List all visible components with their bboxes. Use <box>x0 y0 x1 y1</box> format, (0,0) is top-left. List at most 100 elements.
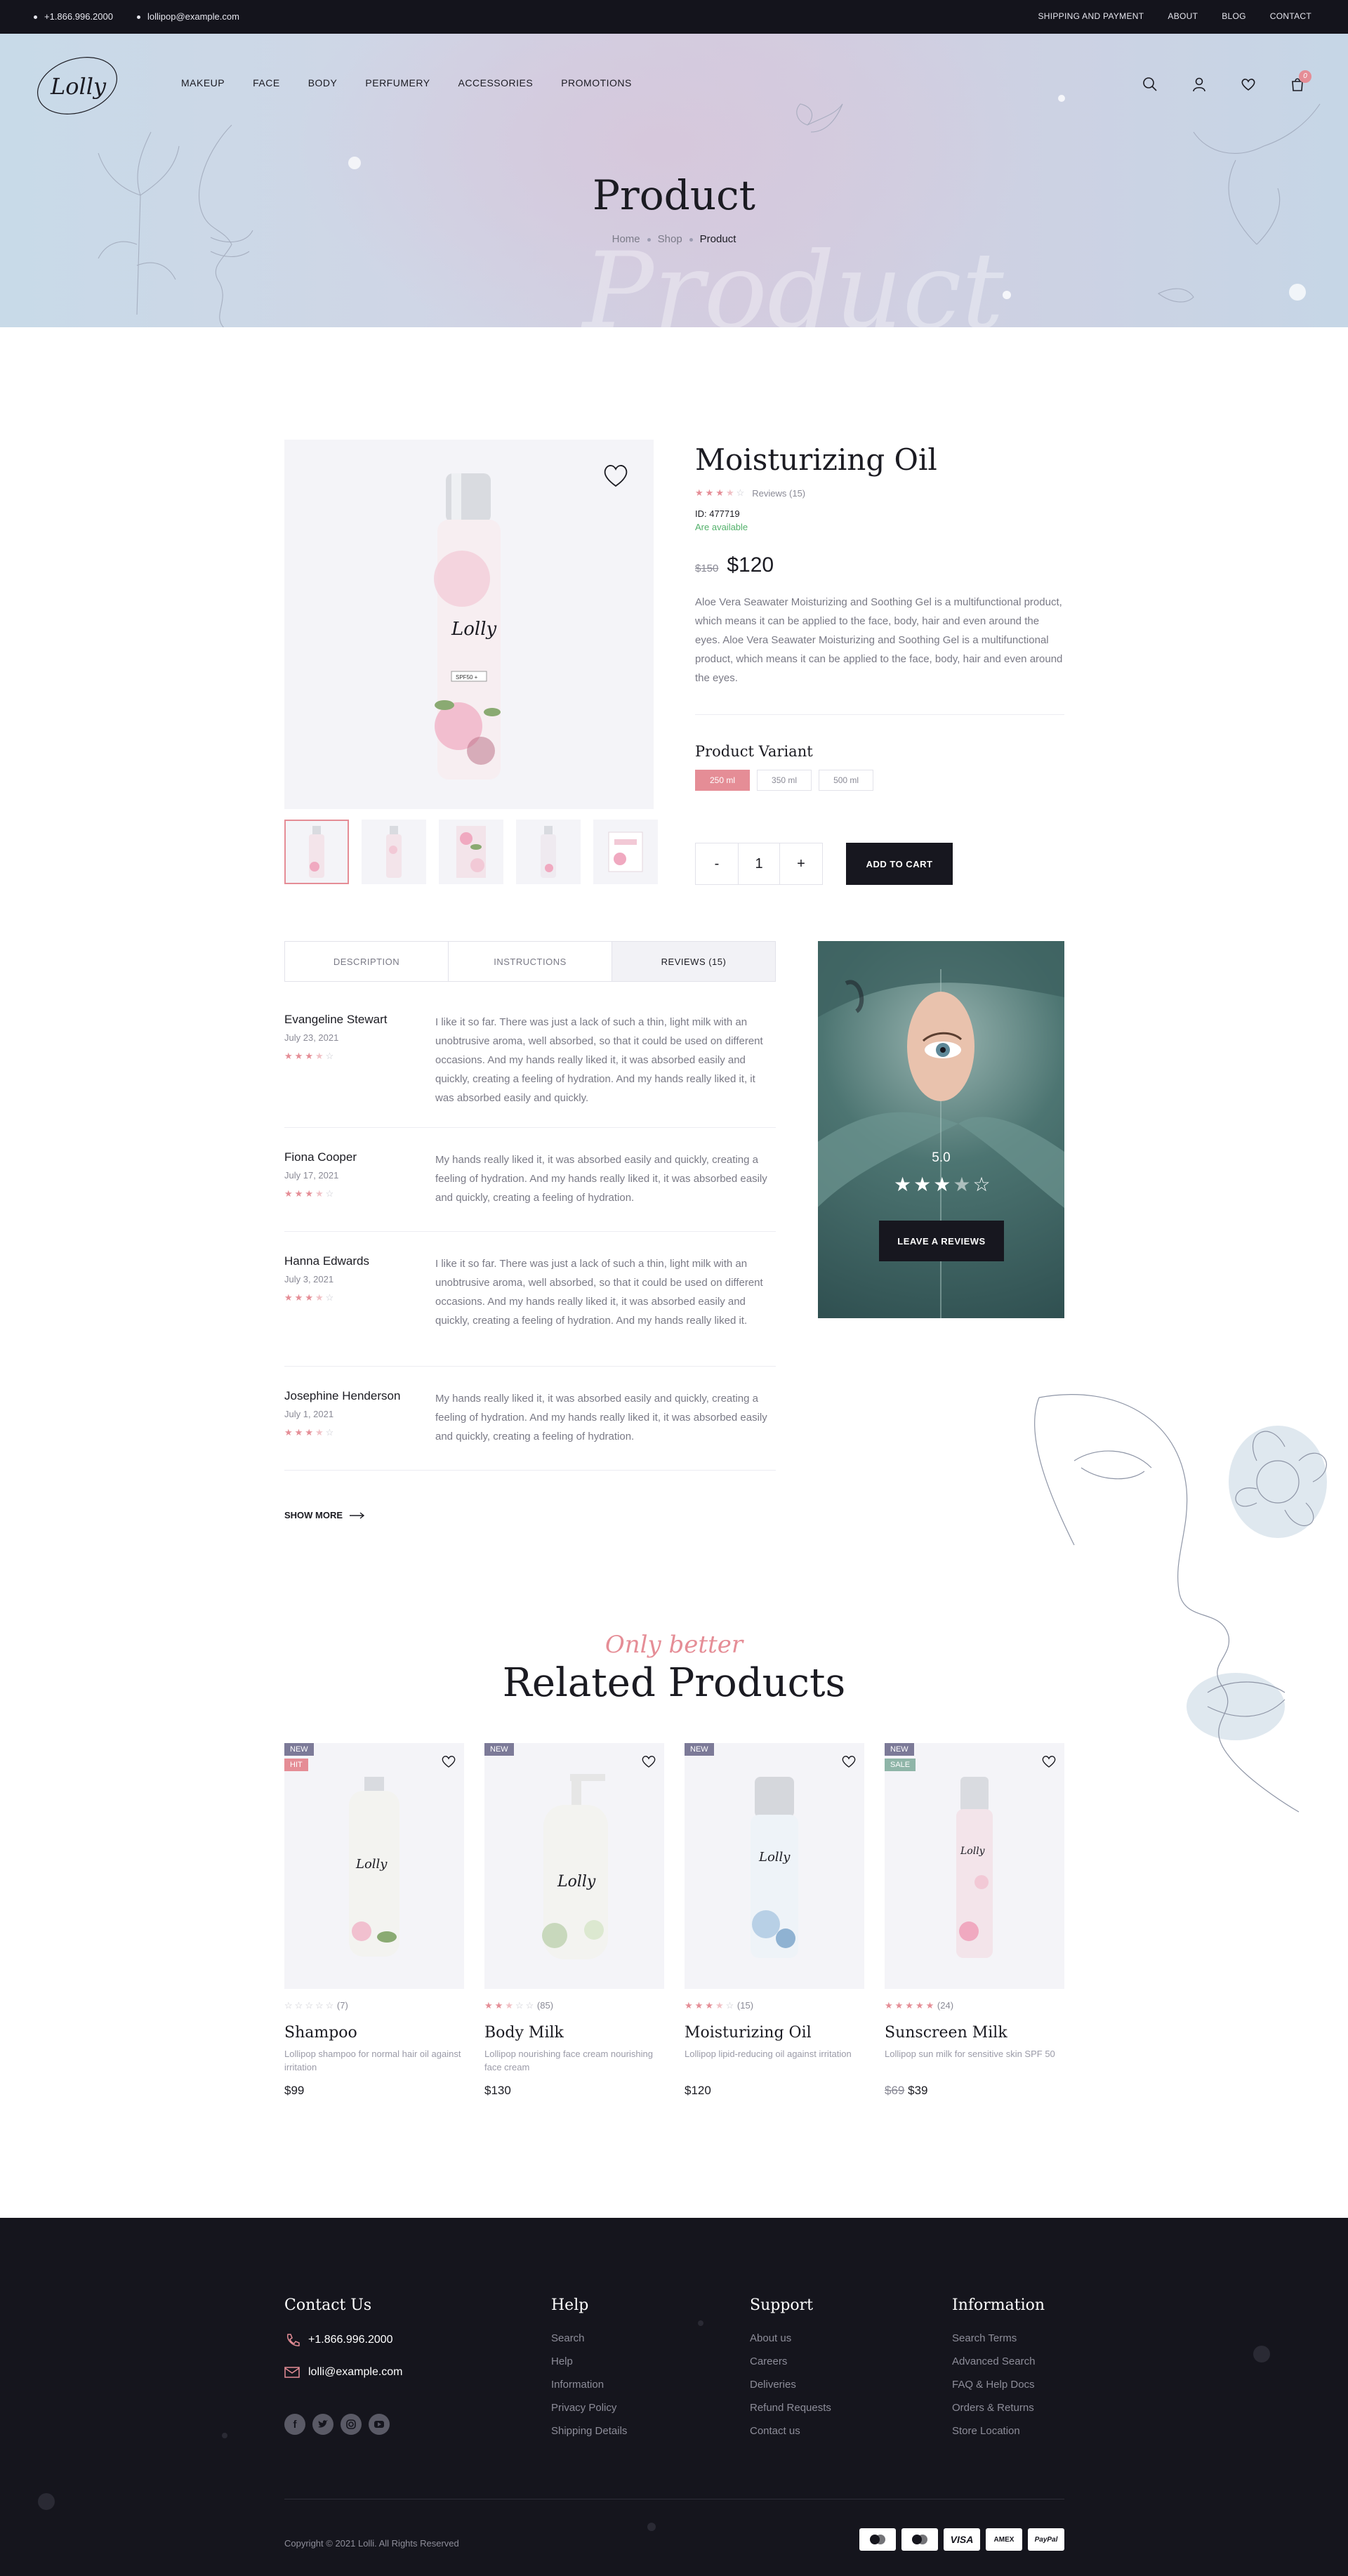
twitter-icon[interactable] <box>312 2414 333 2435</box>
thumbnail-4[interactable] <box>516 820 581 884</box>
footer-link-store-location[interactable]: Store Location <box>952 2425 1045 2437</box>
heart-icon[interactable] <box>600 459 631 490</box>
variant-500ml[interactable]: 500 ml <box>819 770 874 791</box>
tab-instructions[interactable]: INSTRUCTIONS <box>448 942 612 981</box>
thumbnail-bottle-image <box>309 826 324 878</box>
product-card-image[interactable]: NEW SALE Lolly <box>885 1743 1064 1989</box>
star-icon: ★ <box>695 487 704 498</box>
footer-link-about-us[interactable]: About us <box>750 2332 831 2344</box>
star-icon: ★ <box>894 1174 913 1195</box>
page-header: Product Lolly MAKEUP FACE BODY PERFUMERY… <box>0 34 1348 327</box>
topbar-link-about[interactable]: ABOUT <box>1168 11 1198 21</box>
footer-link-refund-requests[interactable]: Refund Requests <box>750 2402 831 2414</box>
add-to-cart-button[interactable]: ADD TO CART <box>846 843 953 885</box>
heart-icon[interactable] <box>640 1753 657 1770</box>
star-icon: ★ <box>305 1188 314 1199</box>
footer-link-information[interactable]: Information <box>551 2379 627 2391</box>
star-icon: ★ <box>315 1188 324 1199</box>
amex-icon: AMEX <box>986 2528 1022 2551</box>
star-icon: ★ <box>915 2000 925 2011</box>
topbar-link-blog[interactable]: BLOG <box>1222 11 1246 21</box>
footer-link-advanced-search[interactable]: Advanced Search <box>952 2355 1045 2367</box>
svg-text:Lolly: Lolly <box>50 73 107 100</box>
topbar-email[interactable]: lollipop@example.com <box>137 11 239 22</box>
product-card[interactable]: NEW Lolly ★ ★ ★ ★ ☆ (15) Moisturizing Oil Lo… <box>685 1743 864 2098</box>
old-price: $150 <box>695 563 719 574</box>
product-card[interactable]: NEW HIT Lolly ☆ ☆ ☆ ☆ ☆ (7) Shampoo Lollipop… <box>284 1743 464 2098</box>
nav-face[interactable]: FACE <box>253 77 280 88</box>
show-more-button[interactable]: SHOW MORE <box>284 1510 365 1520</box>
related-script-title: Only better <box>604 1631 744 1659</box>
facebook-icon[interactable]: f <box>284 2414 305 2435</box>
nav-promotions[interactable]: PROMOTIONS <box>561 77 632 88</box>
product-card-image[interactable]: NEW Lolly <box>484 1743 664 1989</box>
footer-link-shipping-details[interactable]: Shipping Details <box>551 2425 627 2437</box>
footer-link-contact-us[interactable]: Contact us <box>750 2425 831 2437</box>
instagram-icon[interactable] <box>341 2414 362 2435</box>
tab-reviews[interactable]: REVIEWS (15) <box>612 942 775 981</box>
star-icon: ☆ <box>525 2000 535 2011</box>
breadcrumb-shop[interactable]: Shop <box>658 233 682 245</box>
youtube-icon[interactable] <box>369 2414 390 2435</box>
thumbnail-1[interactable] <box>284 820 349 884</box>
wishlist-icon[interactable] <box>1240 76 1257 93</box>
nav-body[interactable]: BODY <box>308 77 338 88</box>
variant-350ml[interactable]: 350 ml <box>757 770 812 791</box>
badge-new: NEW <box>885 1743 914 1756</box>
product-card[interactable]: NEW Lolly ★ ★ ★ ☆ ☆ (85) Body Milk Lollipop … <box>484 1743 664 2098</box>
heart-icon[interactable] <box>440 1753 457 1770</box>
star-icon: ★ <box>725 487 735 498</box>
footer-link-faq[interactable]: FAQ & Help Docs <box>952 2379 1045 2391</box>
star-icon: ★ <box>933 1174 952 1195</box>
star-icon: ★ <box>284 1051 293 1061</box>
breadcrumb-home[interactable]: Home <box>612 233 640 245</box>
product-card-image[interactable]: NEW Lolly <box>685 1743 864 1989</box>
product-card-title[interactable]: Moisturizing Oil <box>685 2024 864 2042</box>
footer-link-search-terms[interactable]: Search Terms <box>952 2332 1045 2344</box>
product-card-description: Lollipop nourishing face cream nourishin… <box>484 2049 653 2072</box>
oil-bottle-image: Lolly <box>751 1777 798 1958</box>
heart-icon[interactable] <box>1040 1753 1057 1770</box>
footer-link-orders-returns[interactable]: Orders & Returns <box>952 2402 1045 2414</box>
star-icon: ☆ <box>515 2000 524 2011</box>
promo-rating-stars: ★ ★ ★ ★ ☆ <box>894 1173 991 1196</box>
footer-link-privacy-policy[interactable]: Privacy Policy <box>551 2402 627 2414</box>
star-icon: ★ <box>705 2000 714 2011</box>
variant-250ml[interactable]: 250 ml <box>695 770 751 791</box>
nav-makeup[interactable]: MAKEUP <box>181 77 225 88</box>
product-reviews-link[interactable]: Reviews (15) <box>752 488 805 499</box>
footer-information-title: Information <box>952 2296 1045 2314</box>
cart-icon[interactable]: 0 <box>1289 70 1311 93</box>
footer-email[interactable]: lolli@example.com <box>308 2366 403 2379</box>
thumbnail-3[interactable] <box>439 820 503 884</box>
lolly-logo[interactable]: Lolly <box>35 52 133 122</box>
footer-phone[interactable]: +1.866.996.2000 <box>308 2334 393 2346</box>
badge-sale: SALE <box>885 1759 916 1771</box>
topbar-link-shipping[interactable]: SHIPPING AND PAYMENT <box>1038 11 1144 21</box>
footer-link-deliveries[interactable]: Deliveries <box>750 2379 831 2391</box>
payment-methods: VISA AMEX PayPal <box>859 2528 1064 2551</box>
quantity-increase-button[interactable]: + <box>780 843 822 884</box>
quantity-decrease-button[interactable]: - <box>696 843 738 884</box>
product-card-title[interactable]: Body Milk <box>484 2024 664 2042</box>
heart-icon[interactable] <box>840 1753 857 1770</box>
topbar-phone[interactable]: +1.866.996.2000 <box>34 11 113 22</box>
topbar-link-contact[interactable]: CONTACT <box>1270 11 1311 21</box>
footer-decorative-dots <box>38 2320 1270 2531</box>
quantity-input[interactable]: 1 <box>738 843 780 884</box>
thumbnail-2[interactable] <box>362 820 426 884</box>
footer-link-help[interactable]: Help <box>551 2355 627 2367</box>
product-card-title[interactable]: Sunscreen Milk <box>885 2024 1064 2042</box>
account-icon[interactable] <box>1191 76 1208 93</box>
product-card[interactable]: NEW SALE Lolly ★ ★ ★ ★ ★ (24) Sunscreen Milk… <box>885 1743 1064 2098</box>
tab-description[interactable]: DESCRIPTION <box>285 942 448 981</box>
leave-review-button[interactable]: LEAVE A REVIEWS <box>879 1221 1004 1261</box>
nav-perfumery[interactable]: PERFUMERY <box>365 77 430 88</box>
product-card-image[interactable]: NEW HIT Lolly <box>284 1743 464 1989</box>
footer-link-careers[interactable]: Careers <box>750 2355 831 2367</box>
product-card-title[interactable]: Shampoo <box>284 2024 464 2042</box>
search-icon[interactable] <box>1142 76 1158 93</box>
footer-link-search[interactable]: Search <box>551 2332 627 2344</box>
thumbnail-5[interactable] <box>593 820 658 884</box>
nav-accessories[interactable]: ACCESSORIES <box>458 77 534 88</box>
